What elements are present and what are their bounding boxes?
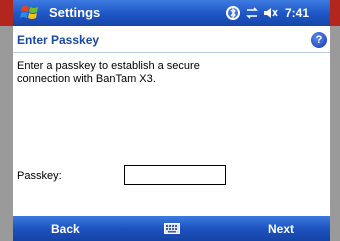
keyboard-icon[interactable] xyxy=(164,223,180,234)
bluetooth-icon[interactable] xyxy=(225,5,241,21)
windows-start-icon[interactable] xyxy=(19,3,41,23)
page-header: Enter Passkey ? xyxy=(13,26,330,53)
clock[interactable]: 7:41 xyxy=(285,6,309,20)
connectivity-icon[interactable] xyxy=(245,6,259,20)
passkey-label: Passkey: xyxy=(17,170,62,182)
window-frame-right xyxy=(330,26,340,241)
question-mark-icon[interactable]: ? xyxy=(311,32,327,48)
next-button[interactable]: Next xyxy=(268,222,294,236)
window-frame-left xyxy=(0,26,13,241)
back-button[interactable]: Back xyxy=(51,222,80,236)
passkey-input[interactable] xyxy=(124,165,226,185)
system-tray: 7:41 xyxy=(225,3,325,23)
app-title: Settings xyxy=(49,5,101,20)
volume-icon[interactable] xyxy=(263,6,281,20)
instructions-text: Enter a passkey to establish a secure co… xyxy=(17,60,200,85)
page-title: Enter Passkey xyxy=(17,33,100,47)
softkey-bar: Back Next xyxy=(13,216,330,241)
title-bar: Settings 7:41 xyxy=(13,0,330,26)
device-screen: Settings 7:41 Enter Passkey ? Enter a pa… xyxy=(13,0,330,241)
